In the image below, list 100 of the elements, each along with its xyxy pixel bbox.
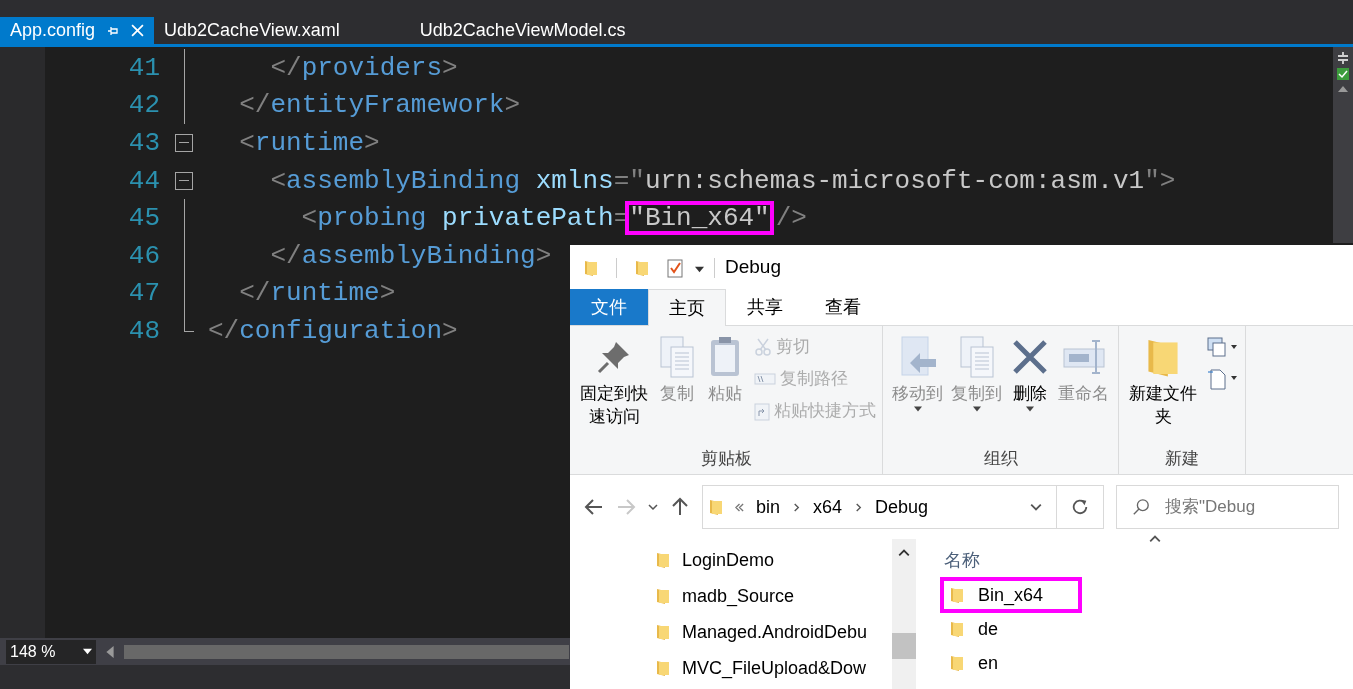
ribbon-group-label: 新建	[1164, 448, 1200, 470]
xml-bracket: <	[301, 205, 318, 232]
scroll-thumb[interactable]	[892, 633, 916, 659]
refresh-icon[interactable]	[1071, 498, 1089, 516]
xml-bracket: </	[270, 54, 302, 81]
folder-icon	[950, 586, 964, 604]
xml-tag-name: assemblyBinding	[301, 242, 536, 269]
folder-icon	[656, 623, 670, 641]
nav-tree-item[interactable]: madb_Source	[656, 583, 892, 609]
ribbon-group-label: 剪贴板	[699, 448, 753, 470]
xml-tag-name: assemblyBinding	[286, 167, 521, 194]
ribbon-button[interactable]: 固定到快速访问	[576, 332, 652, 446]
caret-icon	[913, 405, 922, 413]
breadcrumb-item[interactable]: Debug	[875, 493, 929, 521]
xml-attribute-value: urn:schemas-microsoft-com:asm.v1	[644, 167, 1145, 194]
scroll-left-icon[interactable]	[104, 645, 116, 658]
folder-icon	[656, 659, 670, 677]
ribbon-group-label: 组织	[982, 448, 1019, 470]
xml-bracket: >	[379, 280, 396, 307]
nav-tree-item[interactable]: Managed.AndroidDebu	[656, 619, 892, 645]
collapse-caret-icon[interactable]	[1149, 533, 1161, 545]
new-item-icon	[1207, 337, 1239, 357]
copy-icon	[657, 335, 697, 379]
xml-bracket: <	[270, 167, 286, 194]
line-number: 44	[127, 167, 160, 194]
xml-bracket: />	[775, 205, 807, 232]
ribbon-tab[interactable]: 主页	[648, 289, 726, 326]
pin-icon[interactable]	[107, 24, 120, 37]
close-icon[interactable]	[131, 24, 145, 37]
xml-bracket: >	[535, 242, 552, 269]
checklist-icon[interactable]	[667, 257, 683, 278]
file-list-item[interactable]: Bin_x64	[944, 581, 1078, 609]
chevron-icon	[792, 502, 802, 512]
xml-bracket: ="	[613, 167, 645, 194]
xml-bracket: >	[442, 317, 458, 344]
zoom-dropdown[interactable]: 148 %	[6, 639, 96, 664]
caret-icon[interactable]	[1030, 501, 1042, 513]
shortcut-icon	[754, 401, 770, 421]
ribbon-icon-button[interactable]	[1207, 334, 1239, 360]
xml-tag-name: probing	[317, 205, 427, 232]
folder-icon	[656, 587, 670, 605]
editor-tab[interactable]: Udb2CacheView.xaml	[154, 17, 410, 44]
xml-tag-name: providers	[301, 54, 443, 81]
ribbon-tab[interactable]: 共享	[726, 289, 804, 325]
back-arrow-icon[interactable]	[584, 497, 604, 517]
window-title: Debug	[725, 255, 781, 280]
folder-icon	[950, 654, 964, 672]
scroll-up-icon[interactable]	[898, 547, 910, 559]
ribbon-button[interactable]: 删除	[1007, 332, 1053, 446]
folder-icon	[950, 620, 964, 638]
nav-tree-item[interactable]: MVC_FileUpload&Dow	[656, 655, 892, 681]
address-bar[interactable]: bin x64 Debug	[702, 485, 1104, 529]
breadcrumb-item[interactable]: bin	[756, 493, 781, 521]
up-arrow-icon[interactable]	[670, 497, 690, 517]
checkmark-icon	[1337, 68, 1349, 80]
breadcrumb-item[interactable]: x64	[813, 493, 843, 521]
xml-tag-name: configuration	[239, 317, 443, 344]
caret-icon[interactable]	[648, 502, 658, 512]
line-number: 48	[127, 317, 160, 344]
line-number: 47	[127, 280, 160, 307]
xml-bracket: >	[442, 54, 458, 81]
split-icon[interactable]	[1337, 52, 1349, 64]
line-number: 42	[127, 92, 160, 119]
horizontal-scrollbar[interactable]	[124, 644, 569, 659]
ribbon-tab[interactable]: 查看	[804, 289, 882, 325]
editor-tab[interactable]: Udb2CacheViewModel.cs	[409, 17, 696, 44]
collapse-icon[interactable]	[175, 171, 193, 190]
folder-icon	[635, 258, 649, 277]
file-menu-tab[interactable]: 文件	[570, 289, 648, 325]
caret-icon	[1026, 405, 1034, 413]
xml-tag-name: entityFramework	[270, 92, 505, 119]
caret-icon	[972, 405, 981, 413]
xml-bracket: >	[364, 130, 380, 156]
file-list-item[interactable]: de	[944, 615, 1078, 643]
line-number: 41	[127, 54, 160, 81]
xml-bracket: </	[208, 317, 240, 344]
folder-icon	[584, 258, 598, 277]
folder-icon	[656, 551, 670, 569]
xml-bracket: <	[239, 130, 255, 156]
folder-icon	[709, 498, 723, 516]
xml-bracket: </	[270, 242, 302, 269]
new-document-icon	[1207, 368, 1239, 390]
ribbon-icon-button[interactable]	[1207, 366, 1239, 392]
collapse-icon[interactable]	[175, 134, 193, 152]
vertical-scrollbar[interactable]	[1333, 47, 1353, 243]
chevron-icon	[735, 502, 744, 512]
xml-tag-name: runtime	[254, 130, 365, 156]
scrollbar[interactable]	[892, 539, 916, 689]
xml-attribute: xmlns	[535, 167, 614, 194]
xml-bracket: </	[239, 92, 271, 119]
file-list-item[interactable]: en	[944, 649, 1078, 677]
column-header[interactable]: 名称	[944, 547, 1353, 581]
xml-bracket: ">	[1144, 167, 1176, 194]
editor-tab[interactable]: App.config	[0, 17, 155, 44]
ribbon-button[interactable]: 新建文件夹	[1125, 332, 1201, 446]
xml-tag-name: runtime	[270, 280, 380, 307]
nav-tree-item[interactable]: LoginDemo	[656, 547, 892, 573]
caret-icon[interactable]	[695, 265, 704, 274]
xml-attribute: privatePath	[442, 205, 614, 232]
search-field[interactable]: 搜索"Debug	[1116, 485, 1339, 529]
